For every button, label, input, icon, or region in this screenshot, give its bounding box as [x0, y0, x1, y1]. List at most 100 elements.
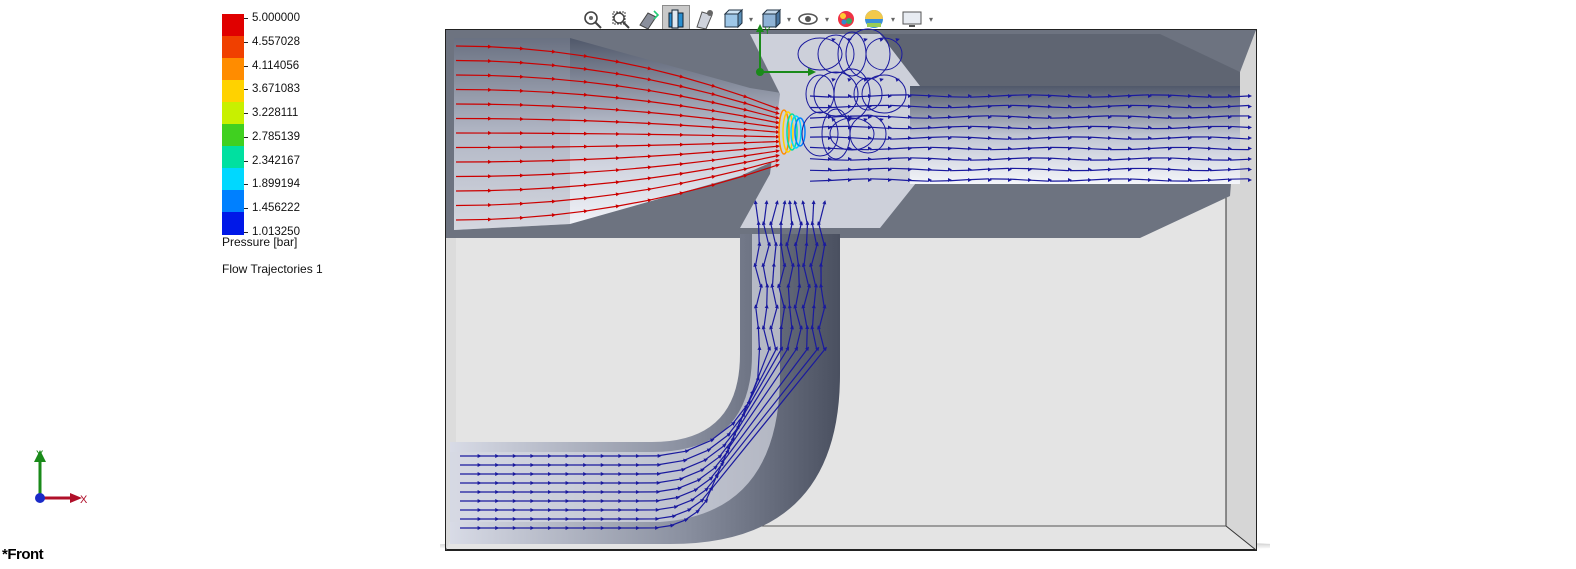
legend-tick: [244, 137, 248, 138]
flow-trajectory-segment: [990, 116, 1008, 117]
legend-tick: [244, 232, 248, 233]
flow-trajectory-segment: [990, 139, 1008, 140]
legend-color-segment: [222, 36, 244, 59]
legend-value-label: 5.000000: [252, 11, 300, 25]
flow-trajectory-segment: [1010, 95, 1028, 96]
model-triad-y-label: Y: [764, 26, 771, 37]
view-orientation-label: *Front: [2, 546, 43, 563]
flow-trajectory-segment: [810, 180, 828, 181]
flow-trajectory-segment: [830, 170, 848, 171]
flow-trajectory-segment: [950, 107, 968, 108]
flow-trajectory-segment: [850, 159, 868, 160]
legend-tick: [244, 66, 248, 67]
flow-trajectory-segment: [970, 179, 988, 180]
flow-trajectory-segment: [680, 135, 712, 136]
legend-tick: [244, 89, 248, 90]
flow-trajectory-segment: [648, 145, 680, 146]
flow-trajectory-segment: [990, 105, 1008, 106]
flow-trajectory-segment: [759, 225, 760, 246]
flow-trajectory-segment: [520, 119, 552, 120]
flow-trajectory-segment: [970, 126, 988, 127]
flow-trajectory-segment: [950, 126, 968, 127]
legend-color-segment: [222, 168, 244, 191]
flow-trajectory-segment: [930, 147, 948, 148]
flow-trajectory-segment: [520, 161, 552, 162]
flow-trajectory-segment: [970, 96, 988, 97]
legend-tick: [244, 184, 248, 185]
flow-trajectory-segment: [830, 137, 848, 138]
flow-trajectory-segment: [456, 46, 488, 47]
flow-trajectory-segment: [488, 175, 520, 176]
graphics-viewport[interactable]: Y: [440, 24, 1270, 569]
flow-trajectory-segment: [616, 145, 648, 146]
flow-trajectory-segment: [1110, 105, 1128, 106]
legend-value-label: 3.228111: [252, 106, 298, 120]
flow-trajectory-segment: [1030, 95, 1048, 96]
legend-value-label: 1.456222: [252, 201, 300, 215]
legend-color-segment: [222, 146, 244, 169]
legend-tick: [244, 42, 248, 43]
flow-trajectory-segment: [890, 138, 908, 139]
flow-trajectory-segment: [910, 95, 928, 96]
legend-unit-label: Pressure [bar]: [222, 235, 297, 249]
flow-trajectory-segment: [1030, 147, 1048, 148]
flow-trajectory-segment: [890, 105, 908, 106]
flow-trajectory-segment: [1010, 105, 1028, 106]
flow-trajectory-segment: [712, 135, 744, 136]
flow-trajectory-segment: [870, 179, 888, 180]
legend-tick: [244, 208, 248, 209]
legend-value-label: 3.671083: [252, 82, 300, 96]
flow-trajectory-segment: [930, 117, 948, 118]
flow-trajectory-segment: [1050, 107, 1068, 108]
flow-trajectory-segment: [970, 116, 988, 117]
flow-trajectory-segment: [930, 170, 948, 171]
legend-value-label: 2.785139: [252, 130, 300, 144]
flow-trajectory-segment: [990, 168, 1008, 169]
flow-trajectory-segment: [890, 158, 908, 159]
flow-trajectory-segment: [890, 168, 908, 169]
flow-trajectory-segment: [950, 137, 968, 138]
triad-x-label: X: [80, 494, 88, 506]
legend-value-label: 4.557028: [252, 35, 300, 49]
flow-trajectory-segment: [799, 267, 800, 288]
flow-trajectory-segment: [1230, 159, 1248, 160]
flow-trajectory-segment: [910, 158, 928, 159]
flow-trajectory-segment: [1010, 128, 1028, 129]
flow-trajectory-segment: [910, 181, 928, 182]
flow-trajectory-segment: [1030, 118, 1048, 119]
flow-trajectory-segment: [1130, 95, 1148, 96]
flow-trajectory-segment: [810, 147, 828, 148]
flow-trajectory-segment: [870, 168, 888, 169]
flow-trajectory-segment: [584, 146, 616, 147]
legend-color-segment: [222, 80, 244, 103]
flow-trajectory-segment: [456, 61, 488, 62]
reference-triad: Y X: [28, 446, 98, 521]
flow-trajectory-segment: [910, 128, 928, 129]
flow-trajectory-segment: [1070, 126, 1088, 127]
legend-tick: [244, 161, 248, 162]
flow-trajectory-segment: [767, 287, 768, 308]
flow-trajectory-segment: [807, 329, 808, 350]
legend-tick: [244, 18, 248, 19]
legend-color-segment: [222, 190, 244, 213]
flow-trajectory-segment: [970, 149, 988, 150]
flow-trajectory-segment: [1070, 97, 1088, 98]
flow-trajectory-segment: [1210, 170, 1228, 171]
legend-color-segment: [222, 212, 244, 235]
legend-color-segment: [222, 58, 244, 81]
legend-value-label: 4.114056: [252, 59, 299, 73]
flow-trajectory-segment: [910, 147, 928, 148]
plot-name-label: Flow Trajectories 1: [222, 262, 323, 276]
legend-value-label: 2.342167: [252, 154, 300, 168]
legend-color-segment: [222, 102, 244, 125]
flow-trajectory-segment: [744, 136, 776, 137]
flow-trajectory-segment: [1090, 116, 1108, 117]
flow-trajectory-segment: [950, 160, 968, 161]
legend-color-segment: [222, 124, 244, 147]
flow-trajectory-segment: [1010, 158, 1028, 159]
flow-trajectory-segment: [850, 179, 868, 180]
legend-tick: [244, 113, 248, 114]
flow-trajectory-segment: [850, 126, 868, 127]
model-view[interactable]: Y: [440, 24, 1270, 564]
legend-value-label: 1.899194: [252, 177, 300, 191]
